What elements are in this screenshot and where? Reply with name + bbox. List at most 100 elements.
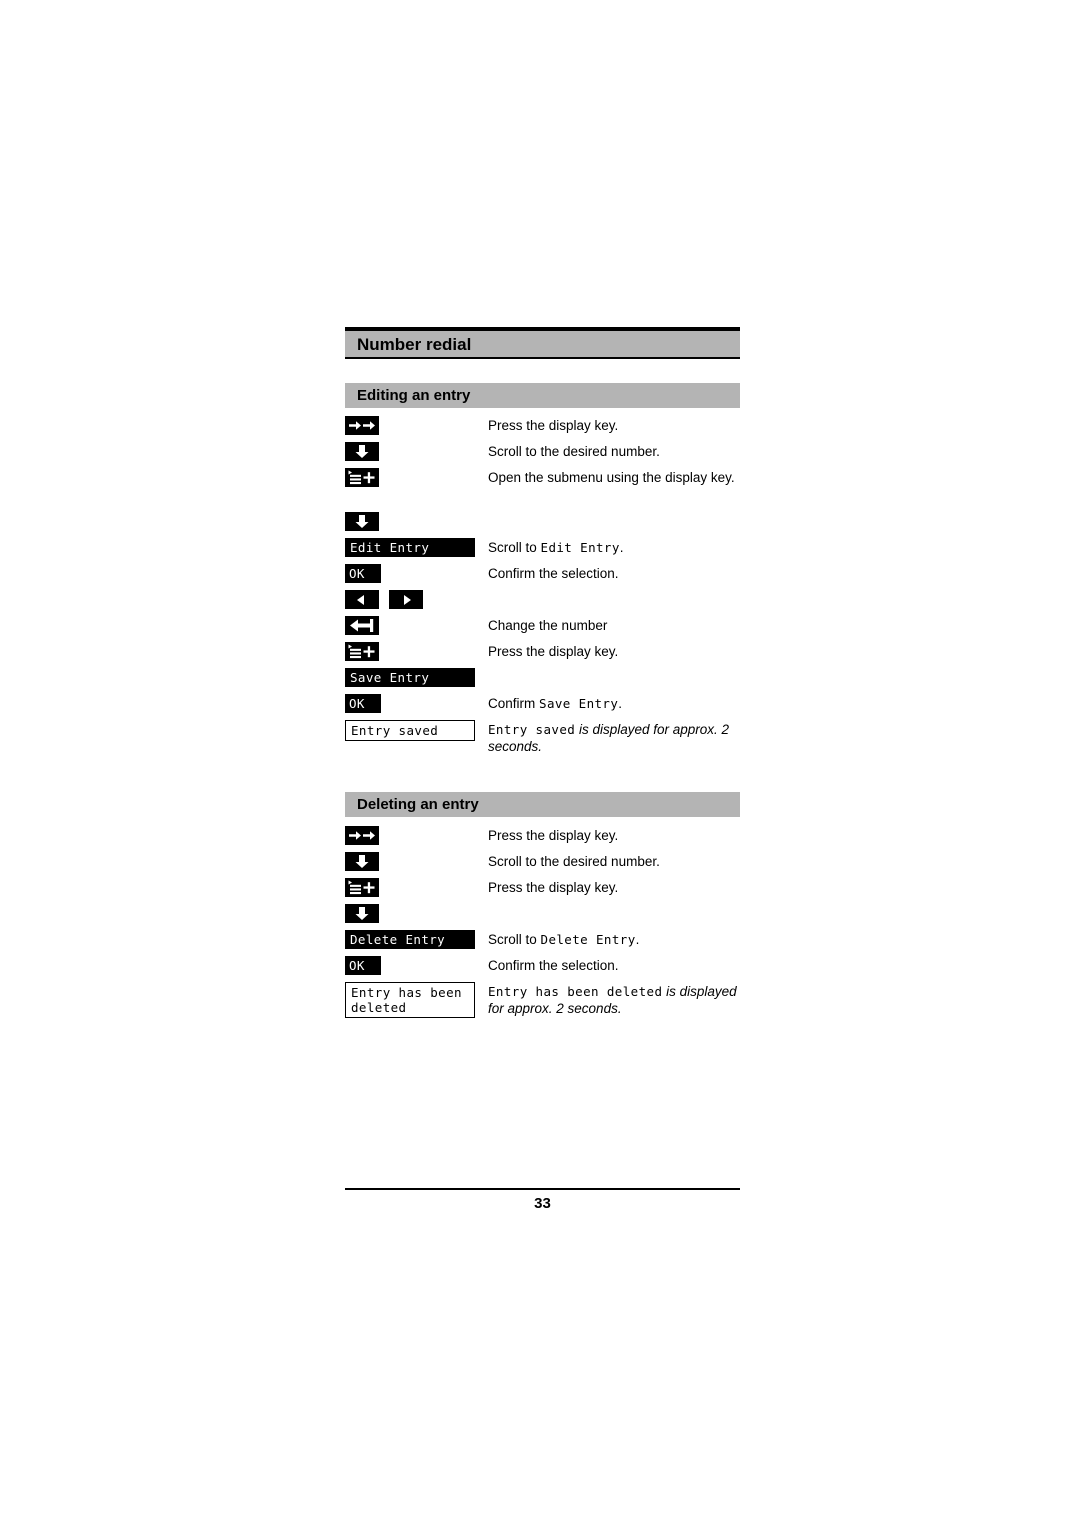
section-heading-label: Deleting an entry — [357, 796, 479, 813]
section-heading-editing: Editing an entry — [345, 383, 740, 408]
step-key-cell — [345, 512, 488, 531]
step-key-cell — [345, 468, 488, 487]
submenu-key-icon — [345, 878, 379, 897]
step-text — [488, 668, 740, 669]
step-list-deleting: Press the display key. Scroll to the des… — [345, 826, 740, 1022]
page-title-block: Number redial — [345, 327, 740, 359]
step-text: Scroll to Delete Entry. — [488, 930, 740, 948]
title-bottom-rule — [345, 357, 740, 359]
step-text — [488, 512, 740, 513]
step-row: Scroll to the desired number. — [345, 852, 740, 878]
display-key-double-right-arrow-icon — [345, 416, 379, 435]
section-heading-deleting: Deleting an entry — [345, 792, 740, 817]
step-key-cell — [345, 442, 488, 461]
display-softkey-ok: OK — [345, 694, 381, 713]
step-display-cell: OK — [345, 956, 488, 975]
step-row — [345, 590, 740, 616]
page-title-bar: Number redial — [345, 331, 740, 357]
left-arrow-key-icon — [345, 590, 379, 609]
display-key-double-right-arrow-icon — [345, 826, 379, 845]
step-key-cell — [345, 826, 488, 845]
step-key-cell — [345, 616, 488, 635]
step-row: Press the display key. — [345, 416, 740, 442]
step-text-tail: . — [618, 696, 623, 711]
step-key-cell — [345, 590, 488, 609]
display-message-entry-deleted: Entry has been deleted — [345, 982, 475, 1018]
step-row: Scroll to the desired number. — [345, 442, 740, 468]
step-text — [488, 904, 740, 905]
down-arrow-key-icon — [345, 852, 379, 871]
step-text-lead: Scroll to — [488, 540, 541, 555]
step-row: Entry has been deleted Entry has been de… — [345, 982, 740, 1022]
step-row: OK Confirm the selection. — [345, 564, 740, 590]
display-readout-edit-entry: Edit Entry — [345, 538, 475, 557]
step-key-cell — [345, 878, 488, 897]
step-text-tail: . — [619, 540, 624, 555]
page-number: 33 — [534, 1195, 551, 1212]
step-text-display-name: Entry has been deleted — [488, 984, 663, 999]
step-row — [345, 904, 740, 930]
step-row: Change the number — [345, 616, 740, 642]
step-text-display-name: Save Entry — [539, 696, 619, 711]
step-display-cell: Delete Entry — [345, 930, 488, 949]
step-text: Change the number — [488, 618, 608, 633]
step-text: Scroll to the desired number. — [488, 444, 660, 459]
step-text: Press the display key. — [488, 880, 619, 895]
step-text-display-name: Edit Entry — [540, 540, 620, 555]
step-list-editing: Press the display key. Scroll to the des… — [345, 416, 740, 754]
down-arrow-key-icon — [345, 904, 379, 923]
step-text-lead: Scroll to — [488, 932, 541, 947]
step-row: Open the submenu using the display key. — [345, 468, 740, 512]
step-text: Open the submenu using the display key. — [488, 470, 735, 485]
down-arrow-key-icon — [345, 512, 379, 531]
display-message-entry-saved: Entry saved — [345, 720, 475, 741]
step-row: OK Confirm Save Entry. — [345, 694, 740, 720]
step-text: Press the display key. — [488, 828, 619, 843]
step-text: Press the display key. — [488, 418, 619, 433]
step-display-cell: Edit Entry — [345, 538, 488, 557]
step-display-cell: Save Entry — [345, 668, 488, 687]
down-arrow-key-icon — [345, 442, 379, 461]
submenu-key-icon — [345, 642, 379, 661]
step-text: Entry saved is displayed for approx. 2 s… — [488, 720, 740, 755]
step-row: Save Entry — [345, 668, 740, 694]
backspace-key-icon — [345, 616, 379, 635]
step-display-cell: OK — [345, 694, 488, 713]
step-text: Entry has been deleted is displayed for … — [488, 982, 740, 1017]
display-softkey-ok: OK — [345, 956, 381, 975]
step-text-tail: . — [635, 932, 640, 947]
step-display-cell: OK — [345, 564, 488, 583]
step-row: OK Confirm the selection. — [345, 956, 740, 982]
step-key-cell — [345, 904, 488, 923]
step-row: Edit Entry Scroll to Edit Entry. — [345, 538, 740, 564]
step-text: Confirm the selection. — [488, 958, 619, 973]
step-text-display-name: Delete Entry — [540, 932, 636, 947]
step-row: Press the display key. — [345, 878, 740, 904]
display-readout-delete-entry: Delete Entry — [345, 930, 475, 949]
step-row: Delete Entry Scroll to Delete Entry. — [345, 930, 740, 956]
step-text — [488, 590, 740, 591]
section-heading-label: Editing an entry — [357, 387, 471, 404]
step-text: Scroll to the desired number. — [488, 854, 660, 869]
step-key-cell — [345, 416, 488, 435]
step-text: Confirm Save Entry. — [488, 694, 740, 712]
right-arrow-key-icon — [389, 590, 423, 609]
step-text-display-name: Entry saved — [488, 722, 576, 737]
step-row: Press the display key. — [345, 826, 740, 852]
display-readout-save-entry: Save Entry — [345, 668, 475, 687]
page-title: Number redial — [357, 334, 472, 354]
step-display-cell: Entry saved — [345, 720, 488, 741]
step-text: Press the display key. — [488, 644, 619, 659]
step-row: Press the display key. — [345, 642, 740, 668]
page-footer: 33 — [345, 1188, 740, 1212]
step-row — [345, 512, 740, 538]
step-text: Scroll to Edit Entry. — [488, 538, 740, 556]
step-text: Confirm the selection. — [488, 566, 619, 581]
step-key-cell — [345, 852, 488, 871]
step-key-cell — [345, 642, 488, 661]
manual-page: Number redial Editing an entry Press the… — [345, 0, 740, 1528]
step-display-cell: Entry has been deleted — [345, 982, 488, 1018]
submenu-key-icon — [345, 468, 379, 487]
step-text-lead: Confirm — [488, 696, 540, 711]
display-softkey-ok: OK — [345, 564, 381, 583]
